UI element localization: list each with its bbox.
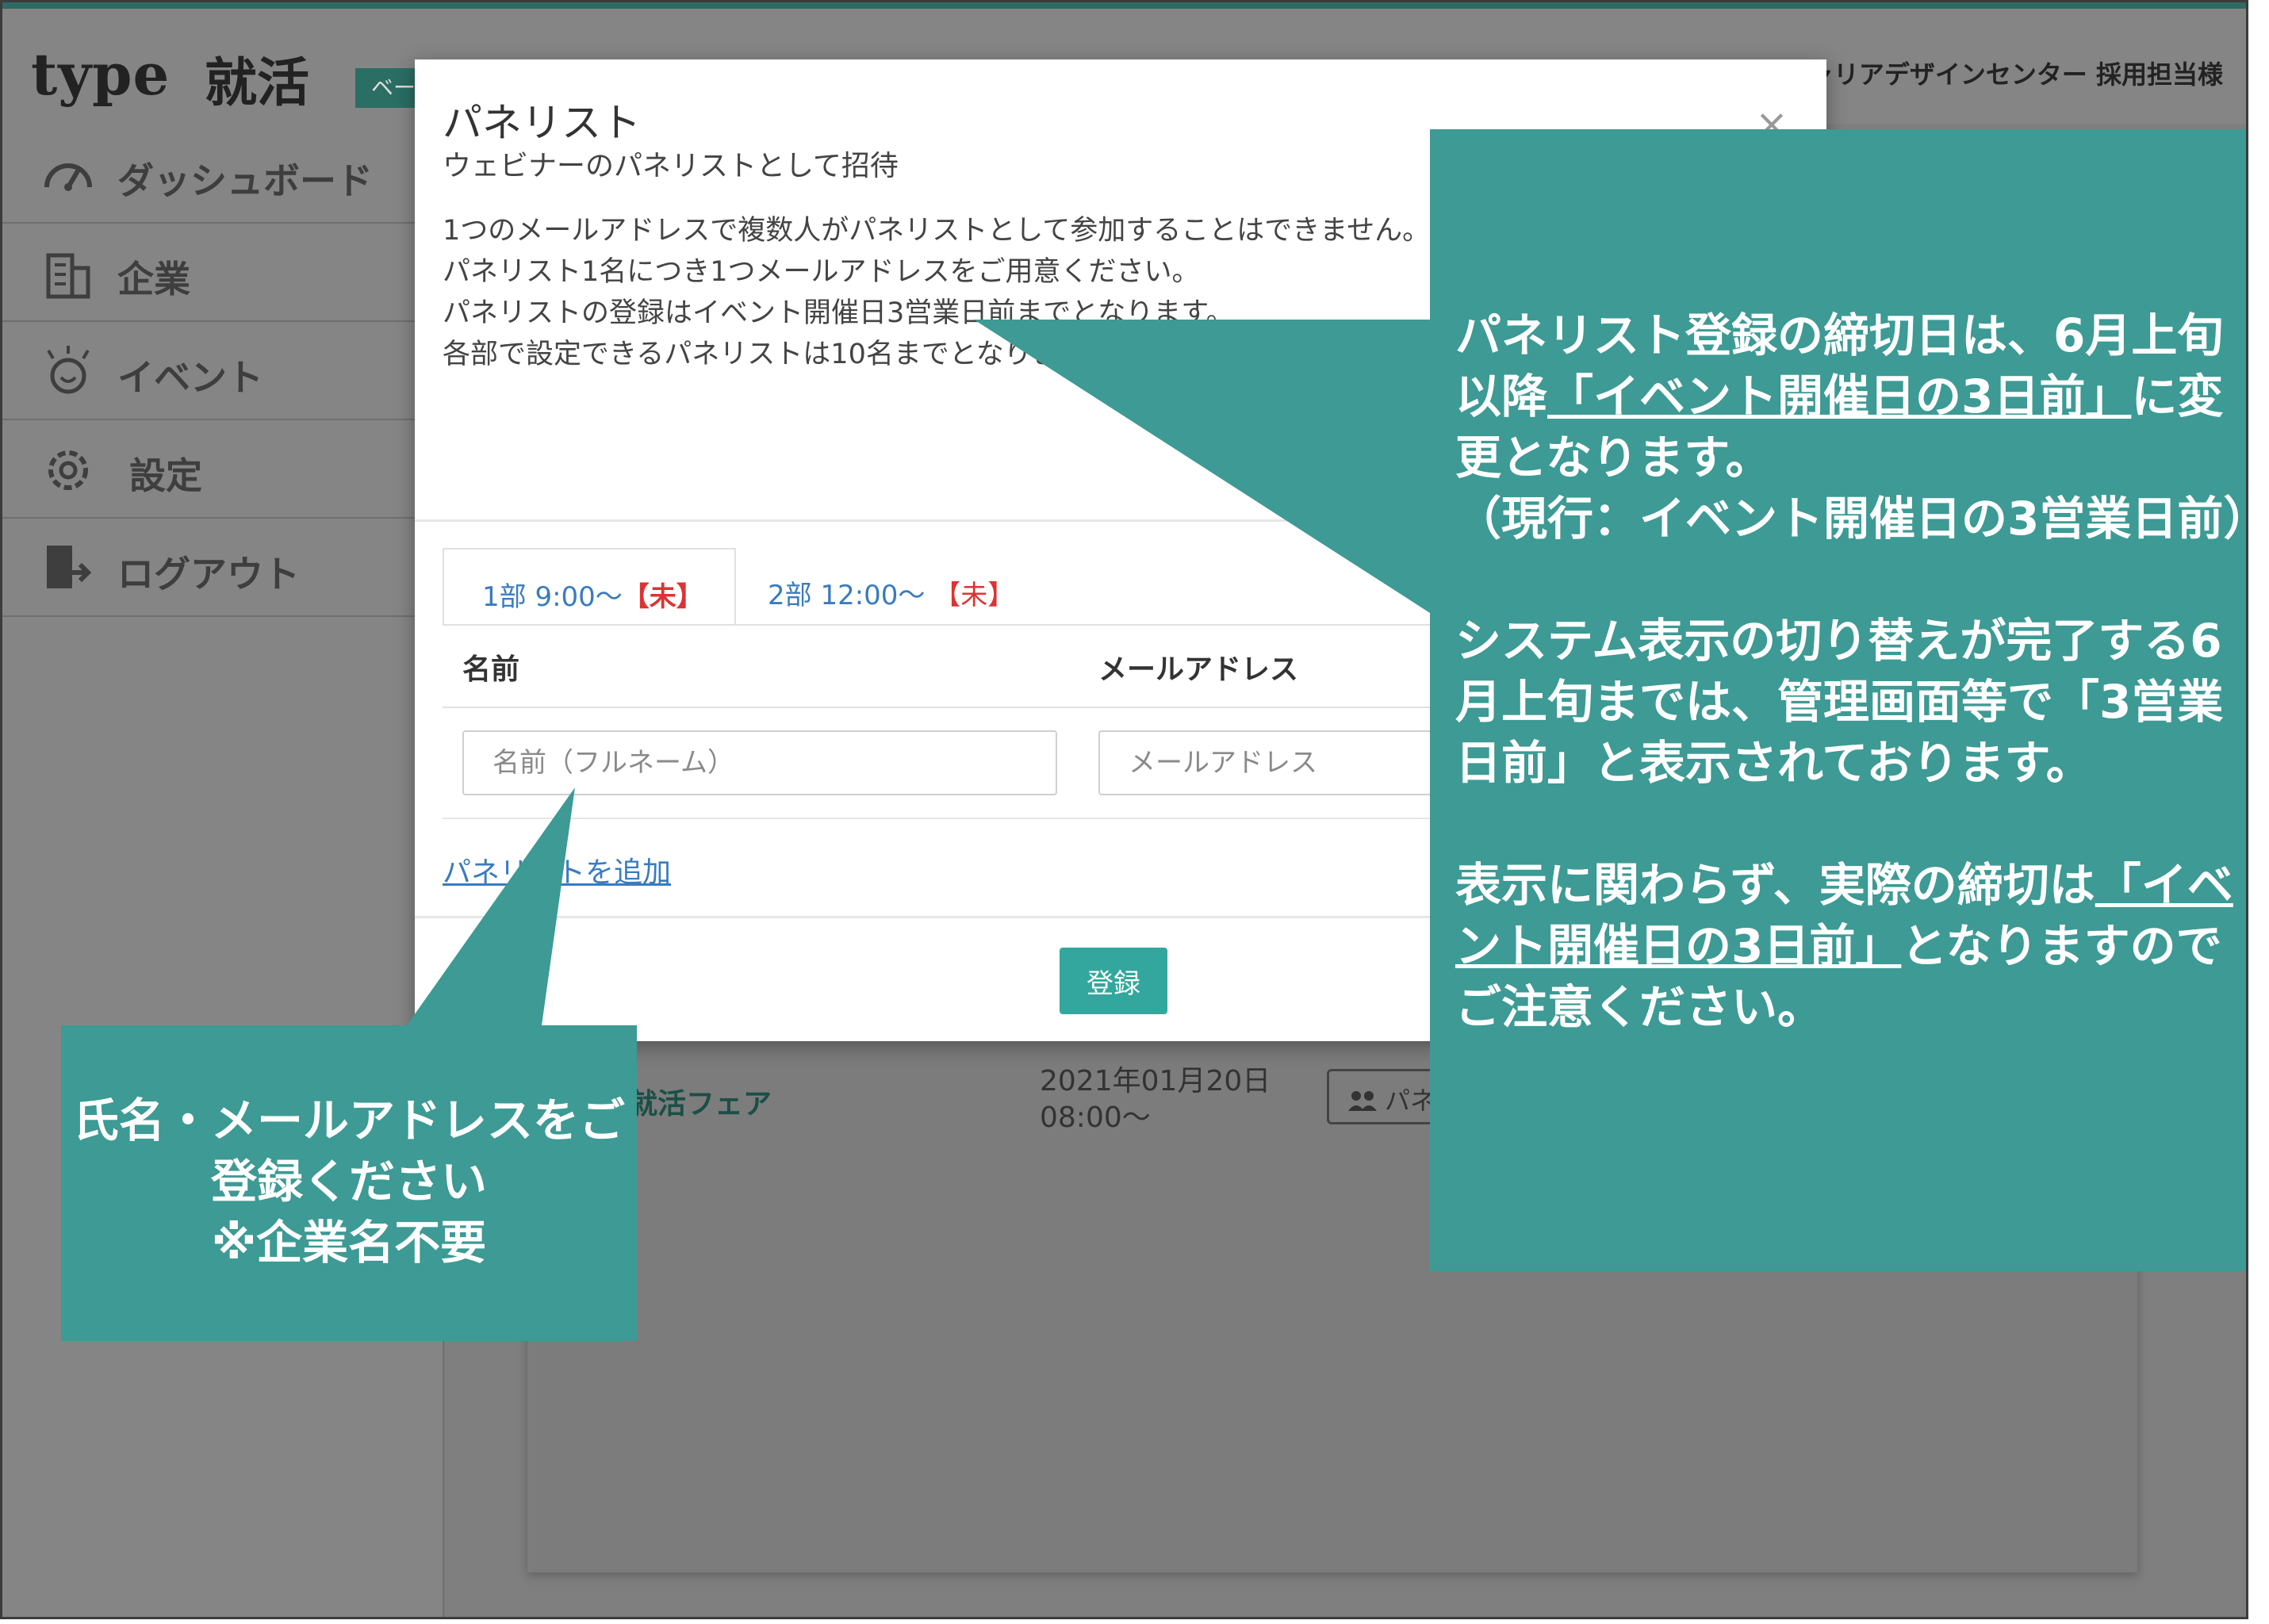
- annotation-deadline-notice: パネリスト登録の締切日は、6月上旬以降「イベント開催日の3日前」に変更となります…: [1430, 129, 2248, 1271]
- emphasis-text: 「イベント開催日の3日前」: [1547, 370, 2132, 423]
- annotation-text: パネリスト登録の締切日は、6月上旬以降「イベント開催日の3日前」に変更となります…: [1455, 305, 2248, 1038]
- annotation-text: 氏名・メールアドレスをご 登録ください ※企業名不要: [61, 1090, 637, 1274]
- text-run: 表示に関わらず、実際の締切は: [1455, 858, 2095, 912]
- annotation-line: 氏名・メールアドレスをご: [72, 1094, 625, 1147]
- annotation-para-2: （現行：イベント開催日の3営業日前）: [1455, 492, 2248, 546]
- screenshot-frame: type 就活 ベー キャリアデザインセンター 採用担当様 ダッシュボード 企業: [0, 0, 2248, 1619]
- annotation-line: ※企業名不要: [211, 1216, 487, 1270]
- annotation-para-3: システム表示の切り替えが完了する6月上旬までは、管理画面等で「3営業日前」と表示…: [1455, 614, 2224, 790]
- left-callout-pointer: [407, 787, 575, 1025]
- annotation-line: 登録ください: [210, 1155, 487, 1208]
- right-callout-pointer: [974, 320, 1430, 613]
- annotation-input-guide: 氏名・メールアドレスをご 登録ください ※企業名不要: [61, 1025, 637, 1341]
- annotation-para-4: 表示に関わらず、実際の締切は「イベント開催日の3日前」となりますのでご注意くださ…: [1455, 855, 2246, 1038]
- annotation-para-1: パネリスト登録の締切日は、6月上旬以降「イベント開催日の3日前」に変更となります…: [1455, 305, 2246, 488]
